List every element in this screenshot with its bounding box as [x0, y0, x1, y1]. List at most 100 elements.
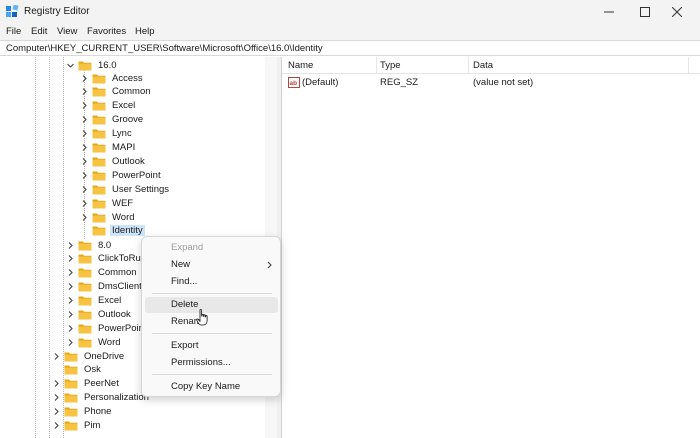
chevron-right-icon[interactable]: [52, 407, 61, 416]
tree-item-label: Pim: [84, 420, 101, 431]
tree-item-identity[interactable]: Identity: [80, 224, 145, 238]
tree-item-phone[interactable]: Phone: [52, 405, 113, 419]
tree-item-wef[interactable]: WEF: [80, 196, 135, 210]
close-button[interactable]: [654, 0, 700, 24]
column-header-type[interactable]: Type: [380, 60, 401, 71]
chevron-right-icon[interactable]: [66, 338, 75, 347]
menu-separator: [152, 374, 272, 375]
tree-item-peernet[interactable]: PeerNet: [52, 377, 121, 391]
chevron-right-icon[interactable]: [80, 74, 89, 83]
tree-item-label: Identity: [110, 225, 145, 237]
tree-item-outlook[interactable]: Outlook: [66, 308, 133, 322]
folder-icon: [92, 73, 106, 84]
chevron-right-icon[interactable]: [52, 379, 61, 388]
chevron-right-icon[interactable]: [66, 241, 75, 250]
tree-item-label: Access: [112, 72, 143, 84]
tree-item-access[interactable]: Access: [80, 71, 145, 85]
menu-item-find-label: Find...: [171, 276, 198, 287]
tree-item-8-0[interactable]: 8.0: [66, 238, 113, 252]
column-header-name[interactable]: Name: [288, 60, 313, 71]
chevron-right-icon[interactable]: [66, 324, 75, 333]
chevron-right-icon[interactable]: [80, 115, 89, 124]
chevron-right-icon[interactable]: [80, 199, 89, 208]
value-row[interactable]: ab (Default) REG_SZ (value not set): [282, 76, 700, 90]
tree-item-common[interactable]: Common: [66, 266, 139, 280]
menu-item-rename[interactable]: Rename: [145, 314, 278, 330]
chevron-right-icon[interactable]: [80, 129, 89, 138]
tree-item-word[interactable]: Word: [80, 210, 137, 224]
menu-item-delete[interactable]: Delete: [145, 297, 278, 313]
tree-item-label: Phone: [84, 406, 112, 418]
chevron-right-icon[interactable]: [80, 101, 89, 110]
tree-item-powerpoint[interactable]: PowerPoint: [66, 321, 149, 335]
tree-item-onedrive[interactable]: OneDrive: [52, 349, 126, 363]
folder-icon: [78, 295, 92, 306]
tree-item-personalization[interactable]: Personalization: [52, 391, 151, 405]
folder-icon: [78, 309, 92, 320]
folder-icon: [92, 170, 106, 181]
tree-item-label: DmsClient: [98, 281, 142, 293]
menu-view[interactable]: View: [57, 26, 77, 37]
menu-item-new-label: New: [171, 259, 191, 270]
tree-item-osk[interactable]: Osk: [52, 363, 103, 377]
tree-item-outlook[interactable]: Outlook: [80, 154, 147, 168]
chevron-right-icon[interactable]: [80, 157, 89, 166]
context-menu: Expand New Find... Delete Rename Export …: [141, 236, 281, 397]
tree-item-dmsclient[interactable]: DmsClient: [66, 280, 144, 294]
column-divider[interactable]: [688, 57, 689, 74]
menu-edit[interactable]: Edit: [31, 26, 47, 37]
tree-item-powerpoint[interactable]: PowerPoint: [80, 168, 163, 182]
tree-item-excel[interactable]: Excel: [66, 294, 123, 308]
address-path[interactable]: Computer\HKEY_CURRENT_USER\Software\Micr…: [6, 43, 323, 54]
tree-item-common[interactable]: Common: [80, 85, 153, 99]
folder-icon: [64, 378, 78, 389]
chevron-right-icon[interactable]: [80, 87, 89, 96]
menu-item-find[interactable]: Find...: [145, 274, 278, 290]
values-list-pane[interactable]: Name Type Data ab (Default) REG_SZ (valu…: [281, 57, 700, 438]
folder-icon: [78, 267, 92, 278]
column-divider[interactable]: [468, 57, 469, 74]
menu-item-export[interactable]: Export: [145, 338, 278, 354]
menu-item-expand-label: Expand: [171, 242, 204, 253]
menu-help[interactable]: Help: [135, 26, 155, 37]
tree-item-user-settings[interactable]: User Settings: [80, 182, 171, 196]
chevron-right-icon[interactable]: [66, 310, 75, 319]
chevron-right-icon[interactable]: [80, 143, 89, 152]
chevron-right-icon[interactable]: [66, 296, 75, 305]
tree-item-pim[interactable]: Pim: [52, 419, 102, 433]
tree-item-mapi[interactable]: MAPI: [80, 141, 137, 155]
chevron-right-icon[interactable]: [52, 393, 61, 402]
menu-file[interactable]: File: [6, 26, 21, 37]
tree-item-groove[interactable]: Groove: [80, 113, 145, 127]
tree-item-label: Word: [98, 336, 121, 348]
folder-icon: [64, 351, 78, 362]
chevron-right-icon[interactable]: [80, 185, 89, 194]
tree-item-16-0[interactable]: 16.0: [66, 58, 119, 72]
chevron-right-icon[interactable]: [80, 171, 89, 180]
chevron-right-icon[interactable]: [80, 213, 89, 222]
folder-icon: [78, 240, 92, 251]
column-header-data[interactable]: Data: [473, 60, 493, 71]
tree-item-label: Personalization: [84, 392, 149, 404]
menu-item-new[interactable]: New: [145, 257, 278, 273]
chevron-right-icon[interactable]: [52, 421, 61, 430]
menu-separator: [152, 293, 272, 294]
chevron-right-icon[interactable]: [66, 282, 75, 291]
chevron-down-icon[interactable]: [66, 61, 75, 70]
tree-item-clicktorun[interactable]: ClickToRun: [66, 252, 148, 266]
chevron-right-icon[interactable]: [66, 268, 75, 277]
address-bar[interactable]: Computer\HKEY_CURRENT_USER\Software\Micr…: [0, 40, 700, 56]
menu-item-copy-key-name[interactable]: Copy Key Name: [145, 379, 278, 395]
tree-item-excel[interactable]: Excel: [80, 99, 137, 113]
column-divider[interactable]: [376, 57, 377, 74]
list-header: Name Type Data: [282, 57, 700, 74]
chevron-right-icon[interactable]: [52, 352, 61, 361]
tree-item-word[interactable]: Word: [66, 335, 123, 349]
menu-item-permissions[interactable]: Permissions...: [145, 355, 278, 371]
string-value-icon: ab: [288, 77, 300, 88]
chevron-right-icon[interactable]: [66, 254, 75, 263]
tree-item-lync[interactable]: Lync: [80, 127, 134, 141]
menu-favorites[interactable]: Favorites: [87, 26, 126, 37]
tree-item-label: Outlook: [112, 155, 145, 167]
tree-item-label: Groove: [112, 114, 144, 126]
